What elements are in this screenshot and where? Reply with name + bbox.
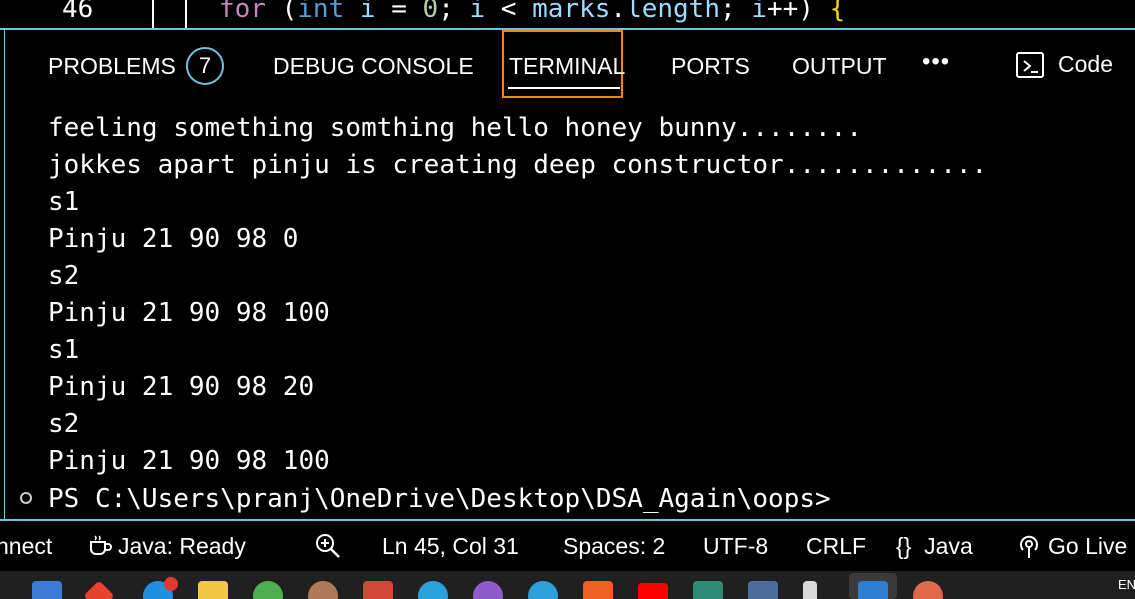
code-var: i bbox=[469, 0, 486, 24]
edge-dev-icon[interactable] bbox=[528, 581, 558, 599]
status-line-col[interactable]: Ln 45, Col 31 bbox=[382, 532, 519, 560]
command-decoration-icon[interactable] bbox=[20, 492, 32, 504]
terminal-prompt[interactable]: PS C:\Users\pranj\OneDrive\Desktop\DSA_A… bbox=[20, 481, 831, 518]
go-live-label: Go Live bbox=[1048, 533, 1128, 559]
code-brace: { bbox=[829, 0, 846, 24]
code-punct: ++ bbox=[766, 0, 799, 24]
code-label: Code bbox=[1058, 51, 1113, 77]
more-icon[interactable]: ••• bbox=[922, 48, 950, 76]
zoom-icon[interactable] bbox=[314, 532, 342, 564]
terminal-line: jokkes apart pinju is creating deep cons… bbox=[48, 150, 988, 180]
status-bar: nnect Java: Ready Ln 45, Col 31 Spaces: … bbox=[0, 519, 1135, 571]
chatgpt-icon[interactable] bbox=[693, 581, 723, 599]
code-var: marks bbox=[532, 0, 611, 24]
status-indentation[interactable]: Spaces: 2 bbox=[563, 532, 665, 560]
keyword-int: int bbox=[297, 0, 345, 24]
status-go-live[interactable]: Go Live bbox=[1016, 532, 1127, 560]
braces-icon: {} bbox=[896, 533, 912, 559]
terminal-line: s2 bbox=[48, 261, 80, 291]
indent-guide bbox=[152, 0, 154, 28]
telegram-icon[interactable] bbox=[418, 581, 448, 599]
photo-icon[interactable] bbox=[308, 581, 338, 599]
code-number: 0 bbox=[422, 0, 439, 24]
terminal-line: Pinju 21 90 98 20 bbox=[48, 372, 315, 402]
terminal-line: Pinju 21 90 98 0 bbox=[48, 224, 299, 254]
terminal-line: Pinju 21 90 98 100 bbox=[48, 446, 330, 476]
code-punct: < bbox=[485, 0, 533, 24]
gmail-icon[interactable] bbox=[363, 581, 393, 599]
status-connect[interactable]: nnect bbox=[0, 532, 52, 560]
code-punct: ) bbox=[798, 0, 830, 24]
java-ready-label: Java: Ready bbox=[118, 533, 246, 559]
problems-count-badge: 7 bbox=[186, 47, 224, 85]
youtube-icon[interactable] bbox=[638, 583, 668, 599]
panel-tab-bar: PROBLEMS 7 DEBUG CONSOLE TERMINAL PORTS … bbox=[0, 30, 1135, 100]
keyword-for: for bbox=[219, 0, 266, 24]
notification-badge-icon bbox=[164, 577, 178, 591]
tab-ports[interactable]: PORTS bbox=[671, 52, 750, 80]
code-punct: ( bbox=[265, 0, 298, 24]
editor-code-strip: 46 for (int i = 0; i < marks.length; i++… bbox=[0, 0, 1135, 28]
taskbar: EN bbox=[0, 571, 1135, 599]
code-punct: = bbox=[375, 0, 423, 24]
code-punct: ; bbox=[719, 0, 752, 24]
terminal-line: s2 bbox=[48, 409, 80, 439]
code-var: length bbox=[626, 0, 720, 24]
status-encoding[interactable]: UTF-8 bbox=[703, 532, 768, 560]
status-java-ready[interactable]: Java: Ready bbox=[88, 532, 246, 560]
folder-icon[interactable] bbox=[198, 581, 228, 599]
terminal-line: Pinju 21 90 98 100 bbox=[48, 298, 330, 328]
coffee-cup-icon bbox=[90, 535, 112, 555]
media-icon[interactable] bbox=[913, 581, 943, 599]
code-line[interactable]: for (int i = 0; i < marks.length; i++) { bbox=[219, 0, 845, 24]
language-label: Java bbox=[924, 533, 973, 559]
terminal-line: s1 bbox=[48, 335, 80, 365]
code-punct: . bbox=[610, 0, 627, 24]
chrome-icon[interactable] bbox=[253, 581, 283, 599]
app-icon[interactable] bbox=[748, 581, 778, 599]
panel-left-border bbox=[4, 30, 5, 519]
brave-icon[interactable] bbox=[583, 581, 613, 599]
tab-problems[interactable]: PROBLEMS bbox=[48, 52, 176, 80]
code-var: i bbox=[751, 0, 767, 24]
prompt-text: PS C:\Users\pranj\OneDrive\Desktop\DSA_A… bbox=[48, 484, 831, 514]
line-number: 46 bbox=[62, 0, 94, 24]
terminal-line: s1 bbox=[48, 187, 80, 217]
status-language[interactable]: {} Java bbox=[896, 532, 973, 560]
rocket-icon[interactable] bbox=[803, 581, 817, 599]
code-punct: ; bbox=[438, 0, 470, 24]
vscode-icon[interactable] bbox=[858, 581, 888, 599]
store-icon[interactable] bbox=[32, 581, 62, 599]
terminal-line: feeling something somthing hello honey b… bbox=[48, 113, 862, 143]
edge-profile-icon[interactable] bbox=[473, 581, 503, 599]
active-tab-indicator bbox=[508, 87, 620, 89]
tab-terminal[interactable]: TERMINAL bbox=[509, 52, 625, 80]
terminal-output[interactable]: feeling something somthing hello honey b… bbox=[48, 110, 1128, 480]
code-var: i bbox=[344, 0, 376, 24]
status-eol[interactable]: CRLF bbox=[806, 532, 866, 560]
indent-guide bbox=[185, 0, 187, 28]
office-icon[interactable] bbox=[83, 580, 115, 599]
tab-output[interactable]: OUTPUT bbox=[792, 52, 887, 80]
tab-debug-console[interactable]: DEBUG CONSOLE bbox=[273, 52, 474, 80]
broadcast-icon bbox=[1020, 535, 1038, 558]
terminal-icon bbox=[1016, 52, 1044, 78]
input-language[interactable]: EN bbox=[1118, 577, 1135, 592]
